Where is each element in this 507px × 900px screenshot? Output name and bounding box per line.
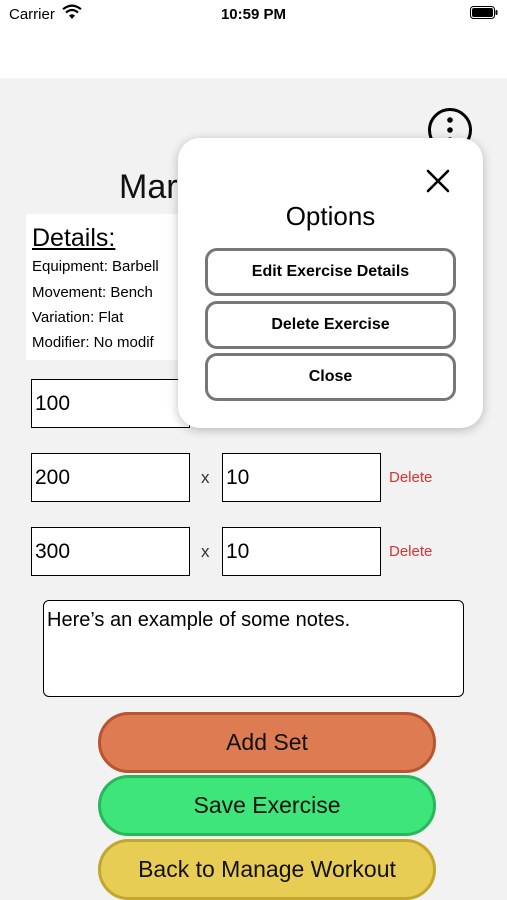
notes-textarea[interactable]: Here’s an example of some notes. [43, 600, 464, 697]
popup-title: Options [285, 201, 376, 231]
battery-icon [470, 6, 498, 19]
options-popup: Options Edit Exercise Details Delete Exe… [178, 138, 483, 428]
detail-movement: Movement: Bench [32, 284, 153, 301]
status-bar: Carrier 10:59 PM [0, 0, 507, 78]
reps-input[interactable]: 10 [222, 453, 381, 502]
add-set-button[interactable]: Add Set [98, 712, 436, 773]
reps-input[interactable]: 10 [222, 527, 381, 576]
details-heading: Details: [32, 224, 116, 252]
weight-input[interactable]: 200 [31, 453, 190, 502]
delete-set-button[interactable]: Delete [389, 469, 432, 486]
detail-equipment: Equipment: Barbell [32, 258, 159, 275]
close-button[interactable]: Close [205, 353, 456, 401]
delete-exercise-button[interactable]: Delete Exercise [205, 301, 456, 349]
weight-input[interactable]: 100 [31, 379, 190, 428]
weight-input[interactable]: 300 [31, 527, 190, 576]
detail-modifier: Modifier: No modif [32, 334, 154, 351]
page-title: Mar [119, 168, 178, 206]
clock: 10:59 PM [220, 6, 287, 23]
delete-set-button[interactable]: Delete [389, 543, 432, 560]
edit-exercise-details-button[interactable]: Edit Exercise Details [205, 248, 456, 296]
details-panel: Details: Equipment: Barbell Movement: Be… [26, 214, 186, 360]
times-separator: x [201, 542, 210, 561]
back-to-manage-workout-button[interactable]: Back to Manage Workout [98, 839, 436, 900]
save-exercise-button[interactable]: Save Exercise [98, 775, 436, 836]
times-separator: x [201, 468, 210, 487]
close-icon[interactable] [425, 168, 451, 194]
detail-variation: Variation: Flat [32, 309, 124, 326]
